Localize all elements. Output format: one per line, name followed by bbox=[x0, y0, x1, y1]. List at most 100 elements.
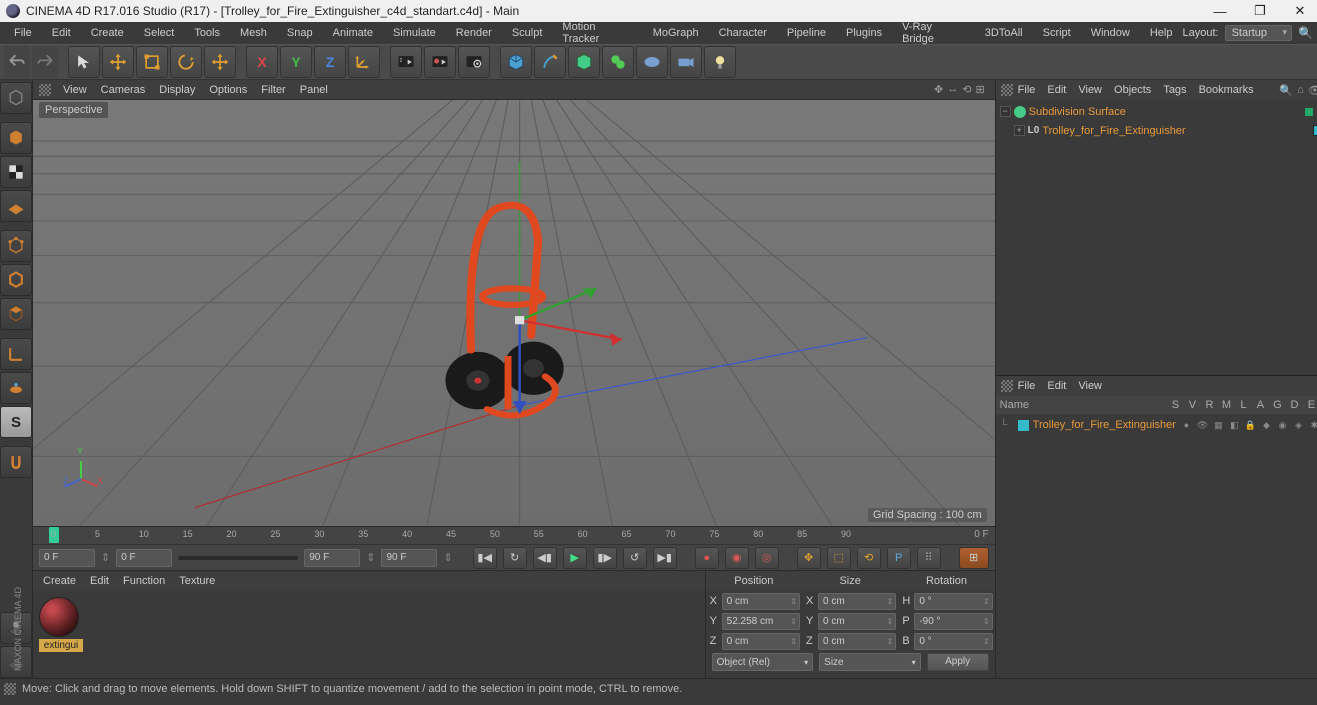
solo-toggle[interactable]: ● bbox=[1180, 419, 1193, 432]
menu-create[interactable]: Create bbox=[81, 24, 134, 42]
layer-menu-view[interactable]: View bbox=[1078, 380, 1102, 392]
goto-start-button[interactable]: ▮◀ bbox=[473, 547, 497, 569]
menu-select[interactable]: Select bbox=[134, 24, 185, 42]
move-tool[interactable] bbox=[102, 46, 134, 78]
coord-size-dropdown[interactable]: Size bbox=[819, 653, 921, 671]
menu-sculpt[interactable]: Sculpt bbox=[502, 24, 553, 42]
layer-color-swatch[interactable] bbox=[1018, 420, 1029, 431]
manager-toggle[interactable]: ◧ bbox=[1228, 419, 1241, 432]
layer-menu-file[interactable]: File bbox=[1018, 380, 1036, 392]
layer-dot-icon[interactable] bbox=[1305, 108, 1313, 116]
vp-toggle-icon[interactable]: ⊞ bbox=[975, 83, 984, 96]
goto-end-button[interactable]: ▶▮ bbox=[653, 547, 677, 569]
obj-menu-bookmarks[interactable]: Bookmarks bbox=[1199, 84, 1254, 96]
vp-menu-panel[interactable]: Panel bbox=[300, 84, 328, 96]
gen-toggle[interactable]: ◉ bbox=[1276, 419, 1289, 432]
vp-menu-display[interactable]: Display bbox=[159, 84, 195, 96]
tweak-mode-button[interactable] bbox=[0, 372, 32, 404]
prev-key-button[interactable]: ↻ bbox=[503, 547, 527, 569]
spline-pen-button[interactable] bbox=[534, 46, 566, 78]
undo-button[interactable] bbox=[4, 46, 30, 78]
end-range-field[interactable]: 90 F bbox=[304, 549, 360, 567]
z-axis-lock[interactable]: Z bbox=[314, 46, 346, 78]
expand-button[interactable]: − bbox=[1000, 106, 1011, 117]
obj-menu-tags[interactable]: Tags bbox=[1163, 84, 1186, 96]
object-row-subdivision[interactable]: − Subdivision Surface ⠿ bbox=[1000, 102, 1317, 121]
size-field[interactable]: 0 cm bbox=[818, 593, 896, 610]
texture-mode-button[interactable] bbox=[0, 156, 32, 188]
vp-menu-options[interactable]: Options bbox=[209, 84, 247, 96]
end-frame-field[interactable]: 90 F bbox=[381, 549, 437, 567]
enable-snap-button[interactable] bbox=[0, 446, 32, 478]
prev-frame-button[interactable]: ◀▮ bbox=[533, 547, 557, 569]
expand-button[interactable]: + bbox=[1014, 125, 1025, 136]
menu-pipeline[interactable]: Pipeline bbox=[777, 24, 836, 42]
search-icon[interactable]: 🔍 bbox=[1279, 84, 1293, 97]
obj-menu-edit[interactable]: Edit bbox=[1047, 84, 1066, 96]
menu-character[interactable]: Character bbox=[709, 24, 777, 42]
obj-menu-view[interactable]: View bbox=[1078, 84, 1102, 96]
environment-button[interactable] bbox=[636, 46, 668, 78]
rot-field[interactable]: 0 ° bbox=[914, 593, 992, 610]
pos-field[interactable]: 0 cm bbox=[722, 593, 800, 610]
menu-tools[interactable]: Tools bbox=[184, 24, 230, 42]
next-frame-button[interactable]: ▮▶ bbox=[593, 547, 617, 569]
object-tree[interactable]: − Subdivision Surface ⠿ + L0 Trolley_for… bbox=[996, 100, 1317, 375]
layer-row[interactable]: └ Trolley_for_Fire_Extinguisher ● 👁 ▦ ◧ … bbox=[1000, 416, 1317, 434]
menu-script[interactable]: Script bbox=[1033, 24, 1081, 42]
viewport[interactable]: Perspective Grid Spacing : 100 cm Y X Z bbox=[33, 100, 995, 526]
render-picture-viewer-button[interactable] bbox=[424, 46, 456, 78]
render-settings-button[interactable] bbox=[458, 46, 490, 78]
start-frame-field[interactable]: 0 F bbox=[39, 549, 95, 567]
edges-mode-button[interactable] bbox=[0, 264, 32, 296]
vp-menu-view[interactable]: View bbox=[63, 84, 87, 96]
mat-menu-create[interactable]: Create bbox=[43, 575, 76, 587]
spinner-icon[interactable]: ⇕ bbox=[443, 551, 452, 564]
workplane-mode-button[interactable] bbox=[0, 190, 32, 222]
menu-vray-bridge[interactable]: V-Ray Bridge bbox=[892, 18, 975, 48]
axis-mode-button[interactable] bbox=[0, 338, 32, 370]
expr-toggle[interactable]: ✱ bbox=[1308, 419, 1317, 432]
menu-mograph[interactable]: MoGraph bbox=[643, 24, 709, 42]
home-icon[interactable]: ⌂ bbox=[1297, 84, 1304, 97]
search-icon[interactable]: 🔍 bbox=[1298, 26, 1313, 40]
coord-system-button[interactable] bbox=[348, 46, 380, 78]
rot-field[interactable]: -90 ° bbox=[914, 613, 992, 630]
y-axis-lock[interactable]: Y bbox=[280, 46, 312, 78]
menu-file[interactable]: File bbox=[4, 24, 42, 42]
anim-toggle[interactable]: ◆ bbox=[1260, 419, 1273, 432]
size-field[interactable]: 0 cm bbox=[818, 633, 896, 650]
position-key-button[interactable]: ✥ bbox=[797, 547, 821, 569]
param-key-button[interactable]: P bbox=[887, 547, 911, 569]
render-toggle[interactable]: ▦ bbox=[1212, 419, 1225, 432]
layer-menu-edit[interactable]: Edit bbox=[1047, 380, 1066, 392]
menu-snap[interactable]: Snap bbox=[277, 24, 323, 42]
eye-icon[interactable]: 👁 bbox=[1308, 84, 1317, 97]
scale-key-button[interactable]: ⬚ bbox=[827, 547, 851, 569]
view-toggle[interactable]: 👁 bbox=[1196, 419, 1209, 432]
vp-menu-cameras[interactable]: Cameras bbox=[101, 84, 146, 96]
pla-key-button[interactable]: ⠿ bbox=[917, 547, 941, 569]
menu-simulate[interactable]: Simulate bbox=[383, 24, 446, 42]
coord-apply-button[interactable]: Apply bbox=[927, 653, 989, 671]
spinner-icon[interactable]: ⇕ bbox=[101, 551, 110, 564]
menu-edit[interactable]: Edit bbox=[42, 24, 81, 42]
size-field[interactable]: 0 cm bbox=[818, 613, 896, 630]
play-button[interactable]: ▶ bbox=[563, 547, 587, 569]
menu-render[interactable]: Render bbox=[446, 24, 502, 42]
mat-menu-edit[interactable]: Edit bbox=[90, 575, 109, 587]
vp-zoom-icon[interactable]: ↔ bbox=[947, 83, 958, 96]
spinner-icon[interactable]: ⇕ bbox=[366, 551, 375, 564]
recent-tool[interactable] bbox=[204, 46, 236, 78]
generator-button[interactable] bbox=[568, 46, 600, 78]
redo-button[interactable] bbox=[32, 46, 58, 78]
vp-menu-filter[interactable]: Filter bbox=[261, 84, 285, 96]
mat-menu-texture[interactable]: Texture bbox=[179, 575, 215, 587]
mat-menu-function[interactable]: Function bbox=[123, 575, 165, 587]
menu-3dtoall[interactable]: 3DToAll bbox=[975, 24, 1033, 42]
camera-button[interactable] bbox=[670, 46, 702, 78]
menu-mesh[interactable]: Mesh bbox=[230, 24, 277, 42]
rot-field[interactable]: 0 ° bbox=[914, 633, 992, 650]
next-key-button[interactable]: ↺ bbox=[623, 547, 647, 569]
current-frame-field[interactable]: 0 F bbox=[116, 549, 172, 567]
